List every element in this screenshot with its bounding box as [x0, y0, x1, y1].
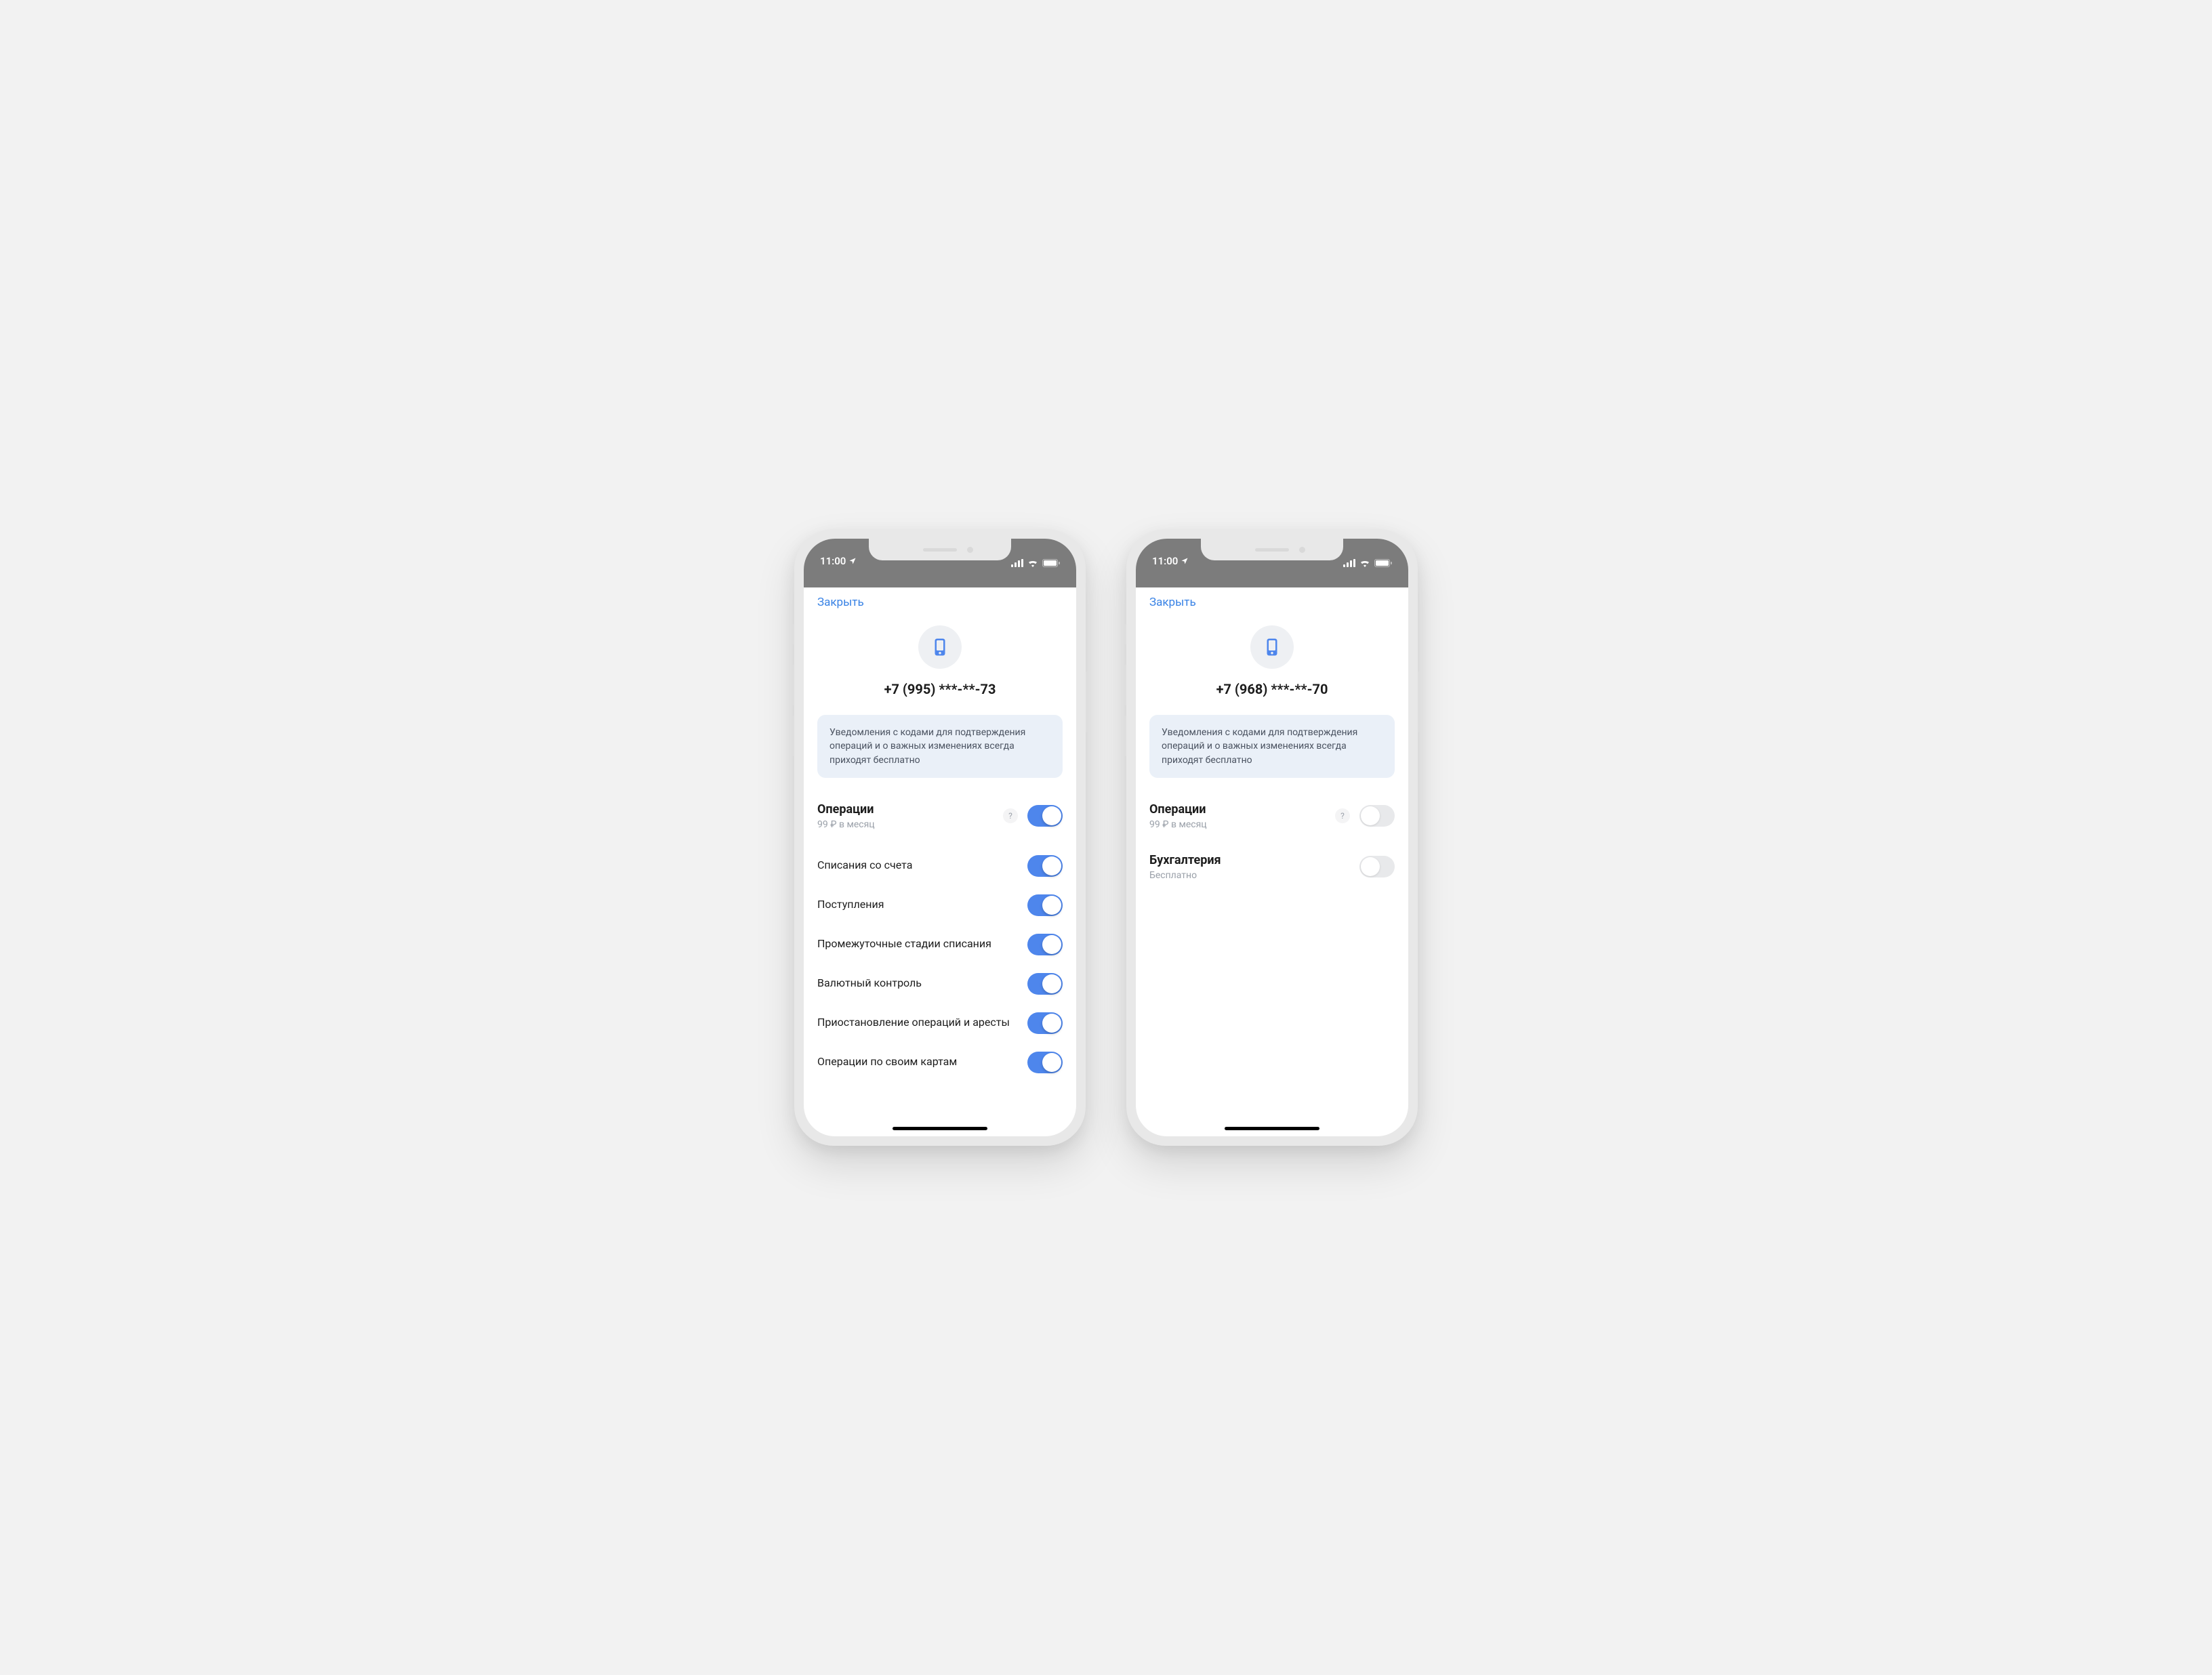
setting-row-label: Промежуточные стадии списания: [817, 937, 1002, 951]
phone-number: +7 (968) ***-**-70: [1149, 681, 1395, 697]
setting-row-label: Операции по своим картам: [817, 1055, 968, 1069]
wifi-icon: [1359, 559, 1370, 567]
nav-bar: Закрыть: [1136, 587, 1408, 616]
info-banner: Уведомления с кодами для подтверждения о…: [1149, 715, 1395, 778]
phone-device-icon: [930, 637, 950, 657]
setting-row: Приостановление операций и аресты: [817, 1004, 1063, 1043]
close-button[interactable]: Закрыть: [817, 596, 864, 609]
phone-screen: 11:00 Закрыть +7 (968) ***-**-70 Уведомл…: [1136, 539, 1408, 1136]
status-time: 11:00: [1152, 555, 1178, 567]
phone-number: +7 (995) ***-**-73: [817, 681, 1063, 697]
wifi-icon: [1027, 559, 1038, 567]
setting-row: Поступления: [817, 886, 1063, 925]
section-title: Бухгалтерия: [1149, 853, 1359, 867]
phone-mockup: 11:00 Закрыть +7 (995) ***-**-73 Уведомл…: [794, 529, 1086, 1146]
close-button[interactable]: Закрыть: [1149, 596, 1196, 609]
location-icon: [1181, 557, 1189, 565]
phone-mockup: 11:00 Закрыть +7 (968) ***-**-70 Уведомл…: [1126, 529, 1418, 1146]
help-icon[interactable]: ?: [1335, 808, 1350, 823]
header-icon-circle: [918, 625, 962, 669]
section-title: Операции: [1149, 802, 1335, 816]
setting-row-toggle[interactable]: [1027, 934, 1063, 955]
header-icon-circle: [1250, 625, 1294, 669]
setting-row-toggle[interactable]: [1027, 855, 1063, 877]
section-toggle[interactable]: [1027, 805, 1063, 827]
section-title: Операции: [817, 802, 1003, 816]
settings-section-header: Бухгалтерия Бесплатно: [1149, 846, 1395, 897]
setting-row-label: Валютный контроль: [817, 976, 933, 991]
nav-bar: Закрыть: [804, 587, 1076, 616]
setting-row-label: Приостановление операций и аресты: [817, 1016, 1021, 1030]
section-subtitle: Бесплатно: [1149, 870, 1359, 881]
setting-row: Операции по своим картам: [817, 1043, 1063, 1082]
setting-row: Промежуточные стадии списания: [817, 925, 1063, 964]
notch: [869, 539, 1011, 560]
battery-icon: [1042, 559, 1060, 567]
setting-row-toggle[interactable]: [1027, 1052, 1063, 1073]
settings-section-header: Операции 99 ₽ в месяц ?: [817, 795, 1063, 846]
info-banner: Уведомления с кодами для подтверждения о…: [817, 715, 1063, 778]
home-indicator: [1225, 1127, 1319, 1130]
setting-row: Списания со счета: [817, 846, 1063, 886]
cellular-signal-icon: [1011, 559, 1023, 567]
setting-row-toggle[interactable]: [1027, 894, 1063, 916]
section-subtitle: 99 ₽ в месяц: [1149, 819, 1335, 830]
setting-row-label: Списания со счета: [817, 859, 923, 873]
status-time: 11:00: [820, 555, 846, 567]
location-icon: [848, 557, 857, 565]
section-toggle[interactable]: [1359, 856, 1395, 877]
setting-row-toggle[interactable]: [1027, 1012, 1063, 1034]
phone-device-icon: [1262, 637, 1282, 657]
section-toggle[interactable]: [1359, 805, 1395, 827]
settings-section-header: Операции 99 ₽ в месяц ?: [1149, 795, 1395, 846]
setting-row-toggle[interactable]: [1027, 973, 1063, 995]
phone-screen: 11:00 Закрыть +7 (995) ***-**-73 Уведомл…: [804, 539, 1076, 1136]
setting-row-label: Поступления: [817, 898, 895, 912]
setting-row: Валютный контроль: [817, 964, 1063, 1004]
home-indicator: [893, 1127, 987, 1130]
battery-icon: [1374, 559, 1392, 567]
help-icon[interactable]: ?: [1003, 808, 1018, 823]
notch: [1201, 539, 1343, 560]
section-subtitle: 99 ₽ в месяц: [817, 819, 1003, 830]
cellular-signal-icon: [1343, 559, 1355, 567]
